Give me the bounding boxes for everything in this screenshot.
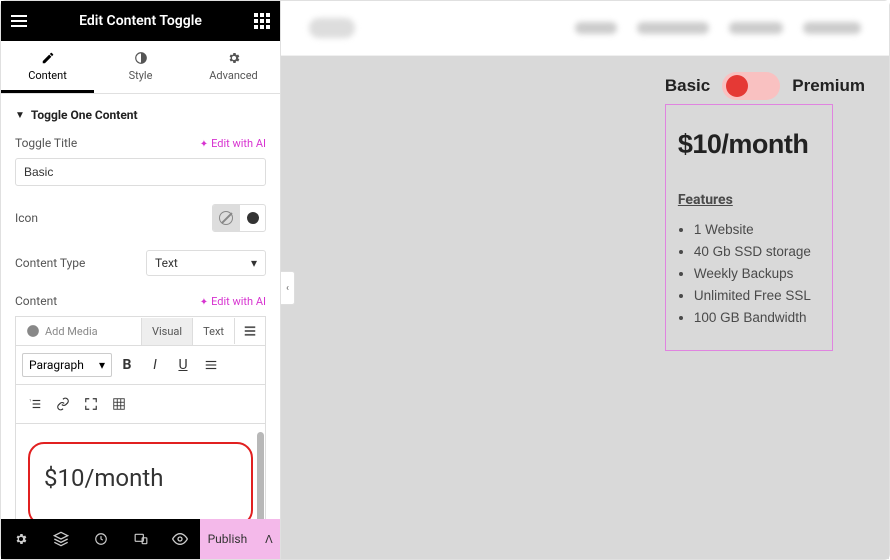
devices-icon bbox=[134, 532, 148, 546]
wysiwyg-toolbar: Add Media Visual Text Paragraph ▾ B I bbox=[15, 316, 266, 424]
chevron-down-icon: ▾ bbox=[99, 358, 105, 372]
editor-content-text: $10/month bbox=[44, 464, 237, 492]
link-icon bbox=[56, 397, 70, 411]
feature-item: 1 Website bbox=[694, 222, 832, 237]
ordered-list-icon: 1 bbox=[28, 397, 42, 411]
toggle-title-input[interactable] bbox=[15, 158, 266, 186]
toggle-knob bbox=[726, 75, 748, 97]
bold-button[interactable]: B bbox=[114, 352, 140, 378]
tab-advanced[interactable]: Advanced bbox=[187, 41, 280, 93]
fullscreen-icon bbox=[84, 397, 98, 411]
eye-icon bbox=[172, 531, 188, 547]
nav-link bbox=[729, 22, 783, 34]
preview-canvas: Basic Premium $10/month Features 1 Websi… bbox=[281, 1, 889, 559]
visual-tab[interactable]: Visual bbox=[141, 318, 192, 345]
features-heading: Features bbox=[678, 192, 832, 208]
preview-button[interactable] bbox=[160, 519, 200, 559]
italic-icon: I bbox=[153, 357, 157, 373]
section-heading[interactable]: ▼ Toggle One Content bbox=[15, 108, 266, 122]
fullscreen-button[interactable] bbox=[78, 391, 104, 417]
sparkle-icon bbox=[200, 137, 208, 150]
nav-link bbox=[637, 22, 709, 34]
content-label: Content bbox=[15, 294, 57, 308]
sidebar-footer: Publish ᐱ bbox=[1, 519, 280, 559]
icon-upload-option[interactable] bbox=[239, 205, 265, 231]
icon-type-selector bbox=[212, 204, 266, 232]
table-button[interactable] bbox=[106, 391, 132, 417]
toggle-label-left: Basic bbox=[665, 76, 710, 96]
none-icon bbox=[219, 211, 233, 225]
apps-grid-icon[interactable] bbox=[254, 13, 270, 29]
media-icon bbox=[26, 324, 40, 338]
features-list: 1 Website 40 Gb SSD storage Weekly Backu… bbox=[678, 222, 832, 325]
svg-text:1: 1 bbox=[29, 399, 31, 403]
chevron-up-icon: ᐱ bbox=[265, 533, 273, 546]
toggle-switch[interactable] bbox=[722, 72, 780, 100]
table-icon bbox=[112, 397, 126, 411]
add-media-button[interactable]: Add Media bbox=[16, 317, 108, 345]
toggle-toolbar-button[interactable] bbox=[234, 318, 265, 344]
nav-link bbox=[575, 22, 617, 34]
scrollbar[interactable] bbox=[257, 432, 264, 519]
underline-icon: U bbox=[178, 357, 187, 373]
contrast-icon bbox=[134, 51, 148, 65]
paragraph-format-select[interactable]: Paragraph ▾ bbox=[22, 353, 112, 377]
history-icon bbox=[94, 532, 108, 546]
sidebar-title: Edit Content Toggle bbox=[79, 13, 202, 29]
text-tab[interactable]: Text bbox=[192, 318, 234, 345]
feature-item: Weekly Backups bbox=[694, 266, 832, 281]
publish-button[interactable]: Publish ᐱ bbox=[200, 519, 280, 559]
preview-stage[interactable]: Basic Premium $10/month Features 1 Websi… bbox=[281, 56, 889, 559]
navigator-button[interactable] bbox=[41, 519, 81, 559]
edit-with-ai-link-2[interactable]: Edit with AI bbox=[200, 295, 266, 308]
icon-label: Icon bbox=[15, 211, 38, 225]
underline-button[interactable]: U bbox=[170, 352, 196, 378]
edit-with-ai-link[interactable]: Edit with AI bbox=[200, 137, 266, 150]
icon-none-option[interactable] bbox=[213, 205, 239, 231]
pricing-card[interactable]: $10/month Features 1 Website 40 Gb SSD s… bbox=[665, 104, 833, 351]
site-logo bbox=[309, 18, 355, 38]
hamburger-icon[interactable] bbox=[11, 15, 27, 27]
gear-icon bbox=[14, 532, 28, 546]
settings-button[interactable] bbox=[1, 519, 41, 559]
feature-item: Unlimited Free SSL bbox=[694, 288, 832, 303]
responsive-button[interactable] bbox=[121, 519, 161, 559]
feature-item: 100 GB Bandwidth bbox=[694, 310, 832, 325]
list-button[interactable] bbox=[198, 352, 224, 378]
link-button[interactable] bbox=[50, 391, 76, 417]
layers-icon bbox=[53, 531, 69, 547]
feature-item: 40 Gb SSD storage bbox=[694, 244, 832, 259]
sparkle-icon bbox=[200, 295, 208, 308]
italic-button[interactable]: I bbox=[142, 352, 168, 378]
caret-down-icon: ▼ bbox=[15, 110, 25, 121]
gear-icon bbox=[227, 51, 241, 65]
rows-icon bbox=[243, 324, 257, 338]
pricing-toggle: Basic Premium bbox=[665, 72, 865, 100]
price-text: $10/month bbox=[678, 129, 832, 160]
bold-icon: B bbox=[123, 357, 132, 373]
preview-top-nav bbox=[281, 1, 889, 56]
content-type-label: Content Type bbox=[15, 256, 85, 270]
content-type-select[interactable]: Text ▾ bbox=[146, 250, 266, 276]
list-icon bbox=[204, 358, 218, 372]
toggle-label-right: Premium bbox=[792, 76, 865, 96]
wysiwyg-editor[interactable]: $10/month bbox=[15, 424, 266, 519]
ordered-list-button[interactable]: 1 bbox=[22, 391, 48, 417]
collapse-sidebar-handle[interactable]: ‹ bbox=[281, 271, 295, 305]
tab-style[interactable]: Style bbox=[94, 41, 187, 93]
toggle-title-label: Toggle Title bbox=[15, 136, 77, 150]
editor-sidebar: Edit Content Toggle Content Style Advanc… bbox=[1, 1, 281, 559]
pencil-icon bbox=[41, 51, 55, 65]
history-button[interactable] bbox=[81, 519, 121, 559]
dot-icon bbox=[247, 212, 259, 224]
sidebar-header: Edit Content Toggle bbox=[1, 1, 280, 41]
sidebar-tabs: Content Style Advanced bbox=[1, 41, 280, 94]
tab-content[interactable]: Content bbox=[1, 41, 94, 93]
nav-link bbox=[803, 22, 861, 34]
chevron-down-icon: ▾ bbox=[251, 256, 257, 270]
